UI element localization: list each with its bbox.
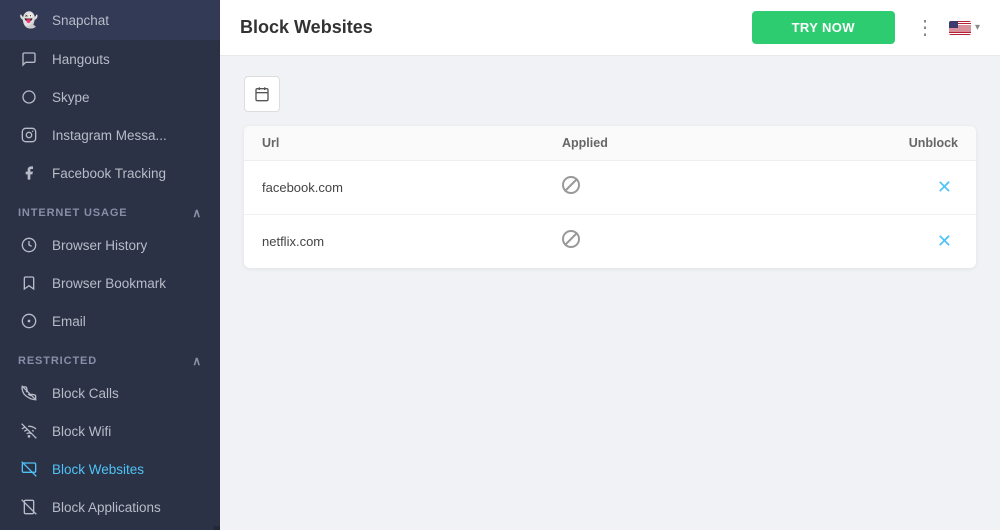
- facebook-icon: [18, 165, 40, 181]
- skype-icon: [18, 89, 40, 105]
- table-row: facebook.com ✕: [244, 161, 976, 215]
- sidebar-item-skype[interactable]: Skype: [0, 78, 220, 116]
- content-area: Url Applied Unblock facebook.com ✕ netfl…: [220, 56, 1000, 530]
- sidebar-item-label: Block Calls: [52, 386, 202, 401]
- sidebar-item-browser-bookmark[interactable]: Browser Bookmark: [0, 264, 220, 302]
- internet-usage-section[interactable]: INTERNET USAGE ∧: [0, 196, 220, 226]
- sidebar-item-label: Hangouts: [52, 52, 202, 67]
- clock-icon: [18, 237, 40, 253]
- unblock-button[interactable]: ✕: [931, 229, 958, 254]
- try-now-button[interactable]: TRY NOW: [752, 11, 895, 44]
- sidebar-item-snapchat[interactable]: 👻 Snapchat: [0, 0, 220, 40]
- header-actions: ⋮ ▾: [911, 11, 980, 44]
- bookmark-icon: [18, 275, 40, 291]
- table-row: netflix.com ✕: [244, 215, 976, 268]
- table-header: Url Applied Unblock: [244, 126, 976, 161]
- us-flag-icon: [949, 21, 971, 35]
- url-column-header: Url: [262, 136, 562, 150]
- applied-column-header: Applied: [562, 136, 762, 150]
- unblock-cell: ✕: [878, 175, 958, 200]
- sidebar-item-instagram[interactable]: Instagram Messa...: [0, 116, 220, 154]
- block-applications-icon: [18, 499, 40, 515]
- section-label: RESTRICTED: [18, 355, 97, 367]
- sidebar-item-label: Email: [52, 314, 202, 329]
- language-selector[interactable]: ▾: [949, 21, 980, 35]
- section-label: INTERNET USAGE: [18, 207, 128, 219]
- ban-icon: [562, 230, 580, 248]
- blocked-websites-table: Url Applied Unblock facebook.com ✕ netfl…: [244, 126, 976, 268]
- applied-cell: [562, 176, 762, 199]
- instagram-icon: [18, 127, 40, 143]
- sidebar-item-block-calls[interactable]: Block Calls: [0, 374, 220, 412]
- url-cell: facebook.com: [262, 180, 562, 195]
- calendar-button[interactable]: [244, 76, 280, 112]
- sidebar-item-label: Skype: [52, 90, 202, 105]
- snapchat-icon: 👻: [18, 11, 40, 29]
- sidebar-item-label: Block Websites: [52, 462, 202, 477]
- block-websites-icon: [18, 461, 40, 477]
- sidebar-item-block-applications[interactable]: Block Applications: [0, 488, 220, 526]
- unblock-column-header: Unblock: [878, 136, 958, 150]
- sidebar-item-label: Facebook Tracking: [52, 166, 202, 181]
- block-calls-icon: [18, 385, 40, 401]
- sidebar-item-browser-history[interactable]: Browser History: [0, 226, 220, 264]
- sidebar: 👻 Snapchat Hangouts Skype Instagram Mess…: [0, 0, 220, 530]
- sidebar-item-label: Instagram Messa...: [52, 128, 202, 143]
- chevron-up-icon: ∧: [192, 206, 202, 220]
- sidebar-item-block-wifi[interactable]: Block Wifi: [0, 412, 220, 450]
- applied-cell: [562, 230, 762, 253]
- sidebar-item-label: Block Wifi: [52, 424, 202, 439]
- sidebar-item-hangouts[interactable]: Hangouts: [0, 40, 220, 78]
- hangouts-icon: [18, 51, 40, 67]
- ban-icon: [562, 176, 580, 194]
- header: Block Websites TRY NOW ⋮ ▾: [220, 0, 1000, 56]
- email-icon: [18, 313, 40, 329]
- sidebar-item-label: Browser Bookmark: [52, 276, 202, 291]
- sidebar-item-label: Browser History: [52, 238, 202, 253]
- main-content: Block Websites TRY NOW ⋮ ▾ Url: [220, 0, 1000, 530]
- sidebar-item-block-websites[interactable]: Block Websites: [0, 450, 220, 488]
- sidebar-item-label: Snapchat: [52, 13, 202, 28]
- chevron-down-icon: ▾: [975, 22, 980, 33]
- block-wifi-icon: [18, 423, 40, 439]
- spacer-column: [762, 136, 878, 150]
- sidebar-item-facebook-tracking[interactable]: Facebook Tracking: [0, 154, 220, 192]
- calendar-icon: [254, 86, 270, 102]
- sidebar-item-email[interactable]: Email: [0, 302, 220, 340]
- more-options-icon[interactable]: ⋮: [911, 11, 939, 44]
- unblock-button[interactable]: ✕: [931, 175, 958, 200]
- chevron-up-icon: ∧: [192, 354, 202, 368]
- url-cell: netflix.com: [262, 234, 562, 249]
- unblock-cell: ✕: [878, 229, 958, 254]
- restricted-section[interactable]: RESTRICTED ∧: [0, 344, 220, 374]
- page-title: Block Websites: [240, 17, 752, 38]
- sidebar-item-label: Block Applications: [52, 500, 202, 515]
